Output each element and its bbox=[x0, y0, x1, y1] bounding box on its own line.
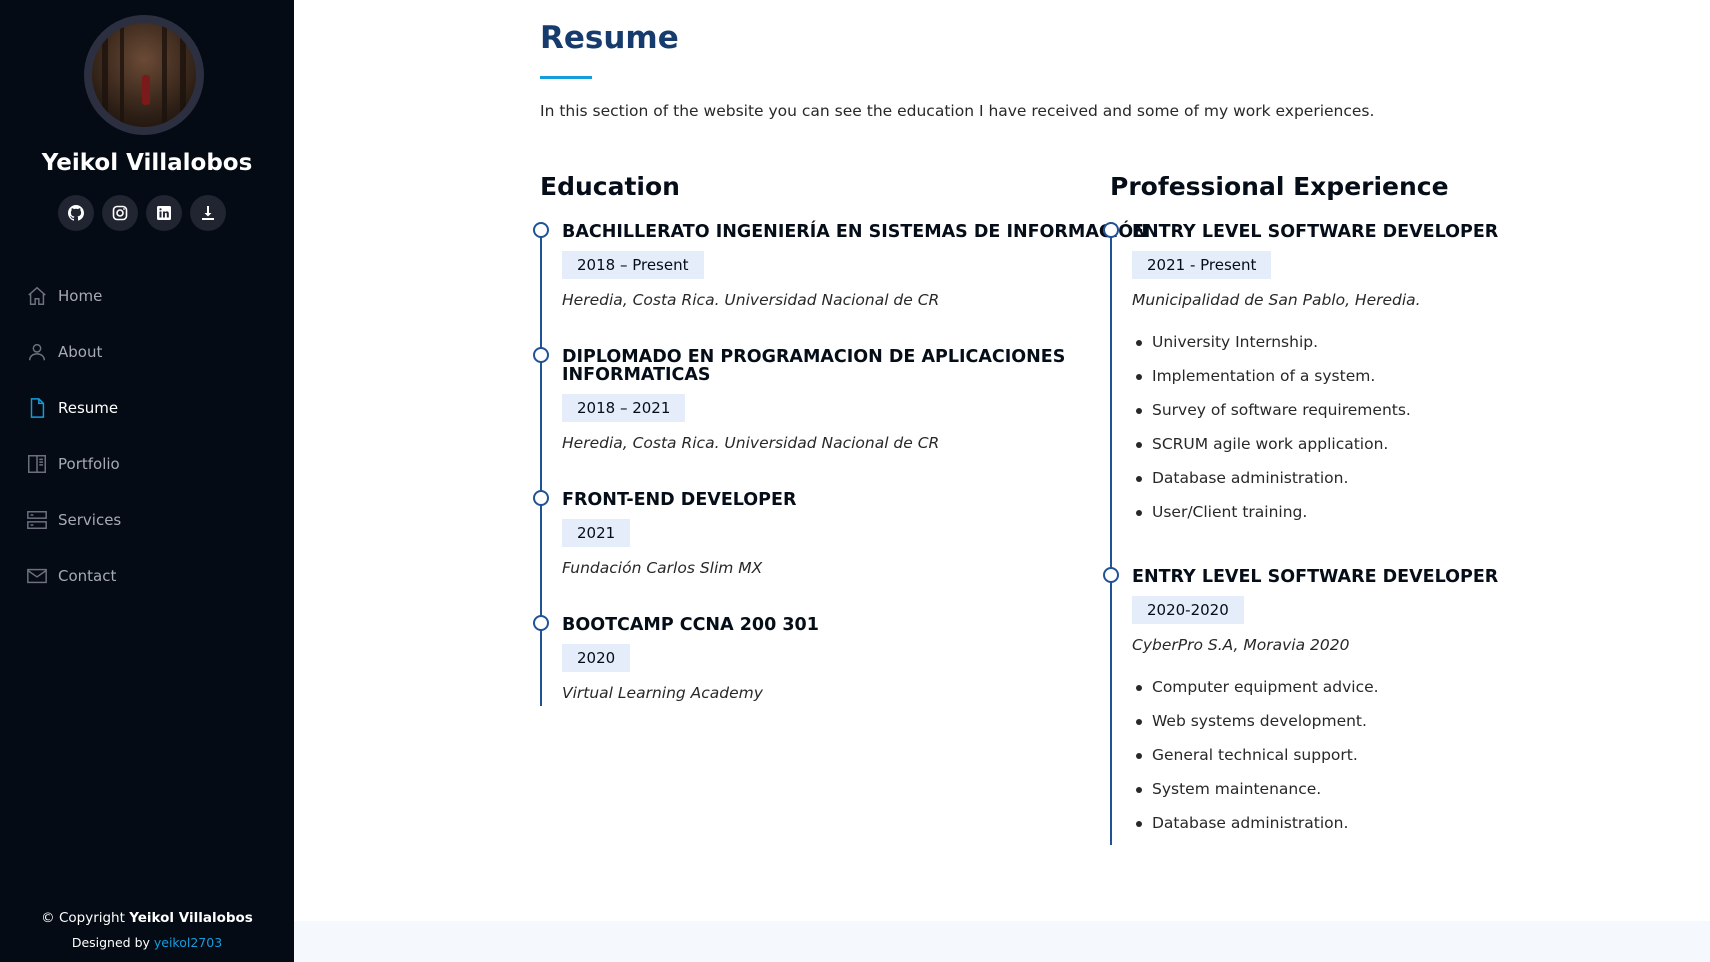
next-section-band bbox=[294, 921, 1710, 962]
education-title: BACHILLERATO INGENIERÍA EN SISTEMAS DE I… bbox=[562, 222, 1148, 242]
social-links bbox=[58, 195, 226, 231]
copyright-name: Yeikol Villalobos bbox=[129, 910, 253, 926]
timeline-dot bbox=[533, 347, 549, 363]
book-icon bbox=[28, 455, 46, 473]
list-item: Database administration. bbox=[1132, 813, 1379, 847]
list-item: Database administration. bbox=[1132, 468, 1411, 502]
copyright-prefix: © Copyright bbox=[41, 910, 130, 926]
nav-label-resume: Resume bbox=[58, 399, 119, 417]
main-nav: Home About Resume Portfolio Services Con… bbox=[0, 268, 294, 604]
title-underline bbox=[540, 76, 592, 79]
linkedin-icon bbox=[157, 206, 171, 220]
profile-name[interactable]: Yeikol Villalobos bbox=[0, 150, 294, 176]
nav-item-contact[interactable]: Contact bbox=[0, 548, 294, 604]
experience-duties: Computer equipment advice. Web systems d… bbox=[1132, 677, 1379, 847]
credits-prefix: Designed by bbox=[71, 935, 154, 950]
instagram-icon bbox=[112, 205, 128, 221]
experience-title: ENTRY LEVEL SOFTWARE DEVELOPER bbox=[1132, 567, 1499, 587]
education-place: Virtual Learning Academy bbox=[562, 684, 763, 702]
timeline-dot bbox=[1103, 567, 1119, 583]
profile-avatar bbox=[84, 15, 204, 135]
list-item: SCRUM agile work application. bbox=[1132, 434, 1411, 468]
education-place: Fundación Carlos Slim MX bbox=[562, 559, 763, 577]
list-item: Implementation of a system. bbox=[1132, 366, 1411, 400]
download-cv-link[interactable] bbox=[190, 195, 226, 231]
education-heading: Education bbox=[540, 172, 680, 201]
nav-item-services[interactable]: Services bbox=[0, 492, 294, 548]
list-item: University Internship. bbox=[1132, 332, 1411, 366]
sidebar: Yeikol Villalobos Home About Resume Port… bbox=[0, 0, 294, 962]
person-icon bbox=[28, 343, 46, 361]
instagram-link[interactable] bbox=[102, 195, 138, 231]
experience-title: ENTRY LEVEL SOFTWARE DEVELOPER bbox=[1132, 222, 1499, 242]
nav-label-contact: Contact bbox=[58, 567, 117, 585]
page-title: Resume bbox=[540, 20, 679, 56]
education-title-line2: INFORMATICAS bbox=[562, 365, 711, 385]
file-icon bbox=[30, 398, 45, 418]
education-title: DIPLOMADO EN PROGRAMACION DE APLICACIONE… bbox=[562, 347, 1066, 367]
nav-item-home[interactable]: Home bbox=[0, 268, 294, 324]
education-title: BOOTCAMP CCNA 200 301 bbox=[562, 615, 819, 635]
experience-heading: Professional Experience bbox=[1110, 172, 1449, 201]
nav-label-about: About bbox=[58, 343, 103, 361]
experience-place: CyberPro S.A, Moravia 2020 bbox=[1132, 636, 1350, 654]
nav-item-about[interactable]: About bbox=[0, 324, 294, 380]
experience-date: 2020-2020 bbox=[1132, 596, 1244, 624]
education-date: 2018 – Present bbox=[562, 251, 704, 279]
list-item: Survey of software requirements. bbox=[1132, 400, 1411, 434]
timeline-dot bbox=[533, 222, 549, 238]
education-timeline: BACHILLERATO INGENIERÍA EN SISTEMAS DE I… bbox=[533, 222, 1148, 706]
education-date: 2020 bbox=[562, 644, 631, 672]
timeline-dot bbox=[533, 490, 549, 506]
envelope-icon bbox=[27, 568, 47, 584]
nav-item-portfolio[interactable]: Portfolio bbox=[0, 436, 294, 492]
experience-date: 2021 - Present bbox=[1132, 251, 1272, 279]
education-place: Heredia, Costa Rica. Universidad Naciona… bbox=[562, 434, 940, 452]
credits: Designed by yeikol2703 bbox=[0, 935, 294, 950]
home-icon bbox=[28, 286, 46, 305]
experience-timeline: ENTRY LEVEL SOFTWARE DEVELOPER 2021 - Pr… bbox=[1103, 222, 1498, 845]
github-link[interactable] bbox=[58, 195, 94, 231]
copyright: © Copyright Yeikol Villalobos bbox=[0, 910, 294, 926]
list-item: User/Client training. bbox=[1132, 502, 1411, 536]
github-icon bbox=[68, 205, 84, 221]
list-item: Computer equipment advice. bbox=[1132, 677, 1379, 711]
nav-label-portfolio: Portfolio bbox=[58, 455, 120, 473]
section-intro: In this section of the website you can s… bbox=[540, 102, 1375, 120]
list-item: System maintenance. bbox=[1132, 779, 1379, 813]
list-item: Web systems development. bbox=[1132, 711, 1379, 745]
experience-duties: University Internship. Implementation of… bbox=[1132, 332, 1411, 536]
credits-link[interactable]: yeikol2703 bbox=[154, 935, 222, 950]
server-icon bbox=[27, 511, 47, 529]
nav-label-services: Services bbox=[58, 511, 122, 529]
experience-place: Municipalidad de San Pablo, Heredia. bbox=[1132, 291, 1421, 309]
education-place: Heredia, Costa Rica. Universidad Naciona… bbox=[562, 291, 940, 309]
list-item: General technical support. bbox=[1132, 745, 1379, 779]
nav-label-home: Home bbox=[58, 287, 103, 305]
timeline-dot bbox=[533, 615, 549, 631]
education-date: 2018 – 2021 bbox=[562, 394, 686, 422]
education-date: 2021 bbox=[562, 519, 631, 547]
download-icon bbox=[202, 206, 214, 220]
timeline-dot bbox=[1103, 222, 1119, 238]
linkedin-link[interactable] bbox=[146, 195, 182, 231]
education-title: FRONT-END DEVELOPER bbox=[562, 490, 797, 510]
nav-item-resume[interactable]: Resume bbox=[0, 380, 294, 436]
